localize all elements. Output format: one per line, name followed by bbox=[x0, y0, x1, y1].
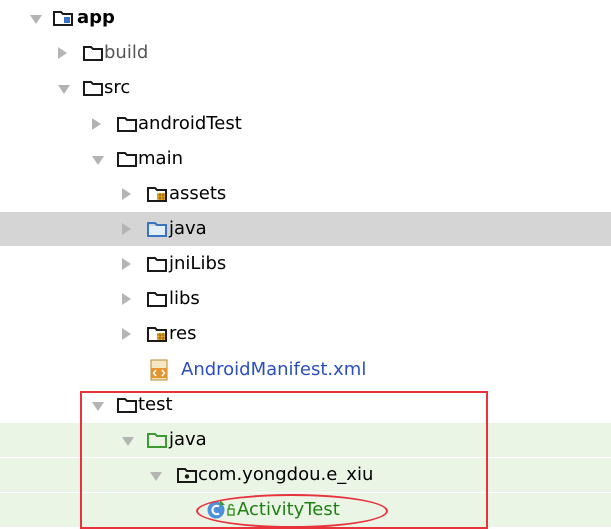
resource-folder-icon bbox=[146, 323, 168, 345]
tree-row-jnilibs[interactable]: jniLibs bbox=[0, 247, 611, 281]
chevron-down-icon[interactable] bbox=[150, 472, 162, 481]
xml-file-icon bbox=[148, 359, 170, 381]
tree-row-test[interactable]: test bbox=[0, 388, 611, 422]
chevron-right-icon[interactable] bbox=[122, 258, 131, 270]
folder-icon bbox=[82, 42, 104, 64]
package-icon bbox=[176, 464, 198, 486]
chevron-right-icon[interactable] bbox=[122, 293, 131, 305]
tree-item-label: java bbox=[169, 429, 207, 450]
tree-row-java[interactable]: java bbox=[0, 423, 611, 457]
tree-item-label: main bbox=[138, 148, 183, 169]
tree-item-label: test bbox=[138, 394, 173, 415]
folder-icon bbox=[116, 148, 138, 170]
project-tree: app build src androidTest main assets java jniL… bbox=[0, 0, 611, 529]
chevron-down-icon[interactable] bbox=[122, 437, 134, 446]
tree-row-java[interactable]: java bbox=[0, 212, 611, 246]
tree-row-res[interactable]: res bbox=[0, 317, 611, 351]
tree-item-label: build bbox=[104, 42, 149, 63]
tree-item-label: com.yongdou.e_xiu bbox=[198, 464, 374, 485]
tree-item-label: androidTest bbox=[138, 113, 242, 134]
chevron-down-icon[interactable] bbox=[30, 15, 42, 24]
tree-row-activitytest[interactable]: ActivityTest bbox=[0, 493, 611, 527]
test-class-icon bbox=[207, 499, 235, 521]
tree-item-label: jniLibs bbox=[169, 253, 227, 274]
chevron-right-icon[interactable] bbox=[92, 118, 101, 130]
chevron-right-icon[interactable] bbox=[122, 188, 131, 200]
tree-row-src[interactable]: src bbox=[0, 71, 611, 105]
tree-item-label: src bbox=[104, 77, 131, 98]
folder-icon bbox=[146, 253, 168, 275]
test-source-folder-icon bbox=[146, 429, 168, 451]
tree-item-label: libs bbox=[169, 288, 200, 309]
resource-folder-icon bbox=[146, 183, 168, 205]
tree-item-label: java bbox=[169, 218, 207, 239]
chevron-down-icon[interactable] bbox=[92, 156, 104, 165]
folder-icon bbox=[82, 77, 104, 99]
folder-icon bbox=[116, 113, 138, 135]
tree-row-main[interactable]: main bbox=[0, 142, 611, 176]
tree-item-label: assets bbox=[169, 183, 227, 204]
tree-row-androidtest[interactable]: androidTest bbox=[0, 107, 611, 141]
tree-row-androidmanifest-xml[interactable]: AndroidManifest.xml bbox=[0, 353, 611, 387]
tree-item-label: AndroidManifest.xml bbox=[181, 359, 367, 380]
folder-icon bbox=[116, 394, 138, 416]
tree-item-label: app bbox=[77, 7, 115, 28]
tree-item-label: res bbox=[169, 323, 197, 344]
chevron-down-icon[interactable] bbox=[58, 85, 70, 94]
chevron-right-icon[interactable] bbox=[122, 328, 131, 340]
tree-row-app[interactable]: app bbox=[0, 1, 611, 35]
tree-item-label: ActivityTest bbox=[237, 499, 340, 520]
tree-row-build[interactable]: build bbox=[0, 36, 611, 70]
module-folder-icon bbox=[52, 7, 74, 29]
folder-icon bbox=[146, 288, 168, 310]
tree-row-com-yongdou-e-xiu[interactable]: com.yongdou.e_xiu bbox=[0, 458, 611, 492]
chevron-down-icon[interactable] bbox=[92, 402, 104, 411]
source-folder-icon bbox=[146, 218, 168, 240]
tree-row-assets[interactable]: assets bbox=[0, 177, 611, 211]
chevron-right-icon[interactable] bbox=[122, 223, 131, 235]
chevron-right-icon[interactable] bbox=[58, 47, 67, 59]
tree-row-libs[interactable]: libs bbox=[0, 282, 611, 316]
